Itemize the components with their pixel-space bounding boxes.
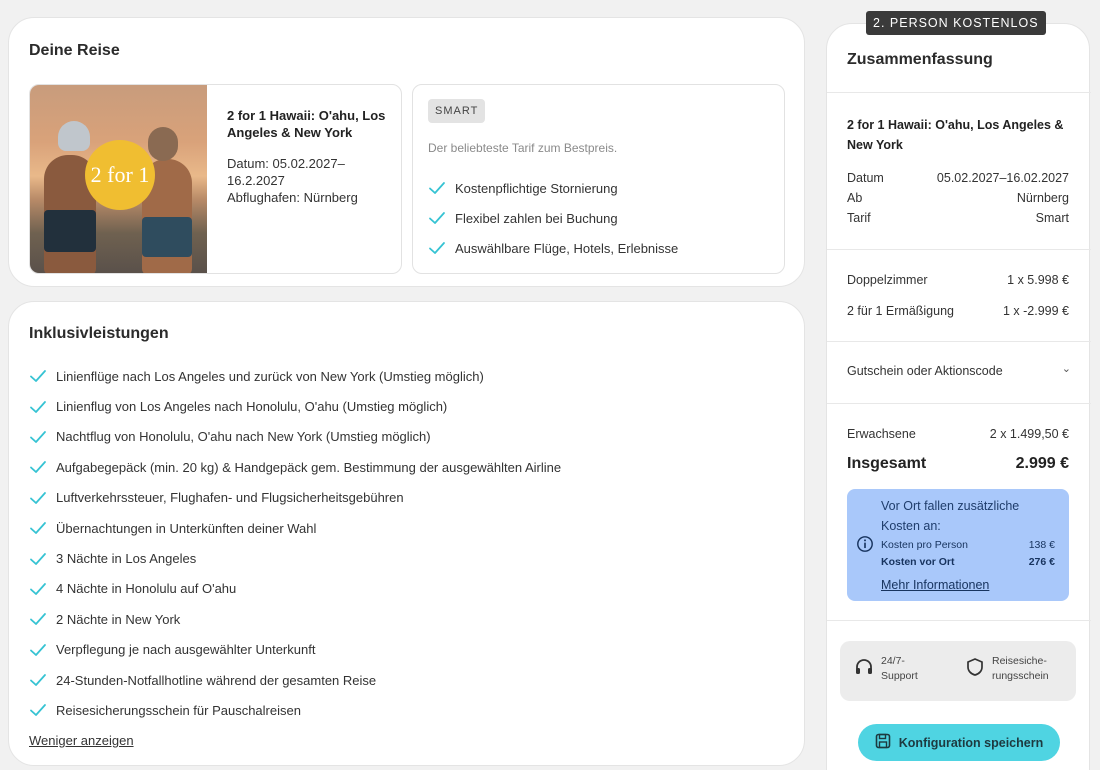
trip-name: 2 for 1 Hawaii: O'ahu, Los Angeles & New… (227, 108, 386, 140)
shield-icon (965, 657, 992, 682)
summary-total-section: Erwachsene 2 x 1.499,50 € Insgesamt 2.99… (827, 403, 1091, 621)
voucher-label: Gutschein oder Aktionscode (847, 364, 1003, 378)
summary-departure-row: Ab Nürnberg (847, 191, 1069, 205)
support-label: 24/7-Support (881, 655, 918, 682)
check-icon (29, 489, 47, 507)
more-info-link[interactable]: Mehr Informationen (881, 578, 989, 592)
summary-trip-section: 2 for 1 Hawaii: O'ahu, Los Angeles & New… (827, 92, 1091, 250)
insurance-label: Reisesiche-rungsschein (992, 655, 1049, 682)
chevron-down-icon: ⌄ (1061, 363, 1071, 375)
tariff-feature-list: Kostenpflichtige Stornierung Flexibel zah… (428, 173, 678, 263)
check-icon (29, 610, 47, 628)
inclusion-item: Nachtflug von Honolulu, O'ahu nach New Y… (29, 422, 561, 452)
save-icon (875, 733, 899, 752)
summary-trip-name: 2 for 1 Hawaii: O'ahu, Los Angeles & New… (847, 118, 1064, 152)
check-icon (29, 367, 47, 385)
inclusion-item-text: Reisesicherungsschein für Pauschalreisen (56, 702, 301, 718)
inclusion-item-text: Nachtflug von Honolulu, O'ahu nach New Y… (56, 429, 431, 445)
tariff-feature: Auswählbare Flüge, Hotels, Erlebnisse (428, 233, 678, 263)
tariff-feature-text: Kostenpflichtige Stornierung (455, 180, 618, 196)
two-for-one-badge: 2 for 1 (85, 140, 155, 210)
check-icon (29, 580, 47, 598)
inclusion-item-text: Aufgabegepäck (min. 20 kg) & Handgepäck … (56, 459, 562, 475)
inclusion-item-text: Verpflegung je nach ausgewählter Unterku… (56, 642, 316, 658)
room-price-row: Doppelzimmer 1 x 5.998 € (847, 273, 1069, 287)
show-less-link[interactable]: Weniger anzeigen (29, 733, 134, 748)
tariff-tag: SMART (428, 99, 486, 123)
check-icon (29, 398, 47, 416)
save-configuration-button[interactable]: Konfiguration speichern (858, 724, 1060, 761)
check-icon (29, 519, 47, 537)
check-icon (29, 550, 47, 568)
voucher-toggle[interactable]: Gutschein oder Aktionscode ⌄ (827, 341, 1091, 404)
inclusion-item-text: Übernachtungen in Unterkünften deiner Wa… (56, 520, 317, 536)
tariff-feature: Kostenpflichtige Stornierung (428, 173, 678, 203)
tariff-description: Der beliebteste Tarif zum Bestpreis. (428, 141, 618, 155)
trip-section-title: Deine Reise (29, 42, 120, 59)
summary-card: Zusammenfassung 2 for 1 Hawaii: O'ahu, L… (826, 23, 1091, 770)
headset-icon (854, 657, 881, 682)
trip-airport: Abflughafen: Nürnberg (227, 190, 358, 205)
local-costs-info-box: Vor Ort fallen zusätzliche Kosten an: Ko… (847, 489, 1069, 601)
tariff-box: SMART Der beliebteste Tarif zum Bestprei… (412, 84, 785, 274)
inclusion-item: 24-Stunden-Notfallhotline während der ge… (29, 665, 561, 695)
trip-box: 2 for 1 2 for 1 Hawaii: O'ahu, Los Angel… (29, 84, 402, 274)
inclusion-item: 4 Nächte in Honolulu auf O'ahu (29, 574, 561, 604)
summary-footer: 24/7-Support Reisesiche-rungsschein Konf… (827, 620, 1091, 770)
trip-card: Deine Reise 2 for 1 2 for 1 Hawaii: O'ah… (8, 17, 805, 287)
inclusion-item: Linienflug von Los Angeles nach Honolulu… (29, 391, 561, 421)
inclusion-item-text: 24-Stunden-Notfallhotline während der ge… (56, 672, 377, 688)
summary-date-row: Datum 05.02.2027–16.02.2027 (847, 171, 1069, 185)
inclusion-item: 2 Nächte in New York (29, 604, 561, 634)
check-icon (29, 671, 47, 689)
inclusion-item: Linienflüge nach Los Angeles und zurück … (29, 361, 561, 391)
inclusion-item-text: Luftverkehrssteuer, Flughafen- und Flugs… (56, 490, 404, 506)
inclusion-item: Reisesicherungsschein für Pauschalreisen (29, 695, 561, 725)
inclusion-item: Verpflegung je nach ausgewählter Unterku… (29, 635, 561, 665)
trust-box: 24/7-Support Reisesiche-rungsschein (840, 641, 1076, 701)
check-icon (428, 179, 446, 197)
cost-per-person-row: Kosten pro Person 138 € (881, 539, 1055, 551)
insurance-item: Reisesiche-rungsschein (965, 654, 1062, 684)
inclusion-item: Übernachtungen in Unterkünften deiner Wa… (29, 513, 561, 543)
check-icon (29, 701, 47, 719)
promo-badge: 2. PERSON KOSTENLOS (866, 11, 1046, 35)
inclusion-item: Aufgabegepäck (min. 20 kg) & Handgepäck … (29, 452, 561, 482)
inclusions-title: Inklusivleistungen (29, 325, 169, 342)
check-icon (29, 458, 47, 476)
check-icon (29, 428, 47, 446)
total-row: Insgesamt 2.999 € (847, 455, 1069, 472)
cost-on-site-row: Kosten vor Ort 276 € (881, 556, 1055, 568)
summary-title: Zusammenfassung (847, 51, 993, 68)
support-item: 24/7-Support (854, 654, 931, 684)
inclusion-item-text: Linienflug von Los Angeles nach Honolulu… (56, 399, 448, 415)
inclusions-list: Linienflüge nach Los Angeles und zurück … (29, 361, 561, 726)
summary-price-section: Doppelzimmer 1 x 5.998 € 2 für 1 Ermäßig… (827, 249, 1091, 342)
trip-date: Datum: 05.02.2027–16.2.2027 (227, 156, 345, 188)
inclusion-item-text: 4 Nächte in Honolulu auf O'ahu (56, 581, 237, 597)
tariff-feature-text: Flexibel zahlen bei Buchung (455, 210, 618, 226)
inclusion-item: Luftverkehrssteuer, Flughafen- und Flugs… (29, 483, 561, 513)
check-icon (428, 239, 446, 257)
inclusion-item-text: 3 Nächte in Los Angeles (56, 551, 197, 567)
save-button-label: Konfiguration speichern (898, 735, 1044, 750)
check-icon (29, 641, 47, 659)
discount-price-row: 2 für 1 Ermäßigung 1 x -2.999 € (847, 304, 1069, 318)
summary-tariff-row: Tarif Smart (847, 211, 1069, 225)
info-icon (856, 535, 874, 553)
trip-image: 2 for 1 (30, 85, 207, 273)
inclusions-card: Inklusivleistungen Linienflüge nach Los … (8, 301, 805, 766)
tariff-feature: Flexibel zahlen bei Buchung (428, 203, 678, 233)
check-icon (428, 209, 446, 227)
inclusion-item-text: Linienflüge nach Los Angeles und zurück … (56, 368, 484, 384)
adults-row: Erwachsene 2 x 1.499,50 € (847, 427, 1069, 441)
inclusion-item: 3 Nächte in Los Angeles (29, 543, 561, 573)
trip-info: 2 for 1 Hawaii: O'ahu, Los Angeles & New… (227, 107, 395, 206)
inclusion-item-text: 2 Nächte in New York (56, 611, 181, 627)
tariff-feature-text: Auswählbare Flüge, Hotels, Erlebnisse (455, 240, 679, 256)
local-costs-heading: Vor Ort fallen zusätzliche Kosten an: (881, 499, 1020, 533)
